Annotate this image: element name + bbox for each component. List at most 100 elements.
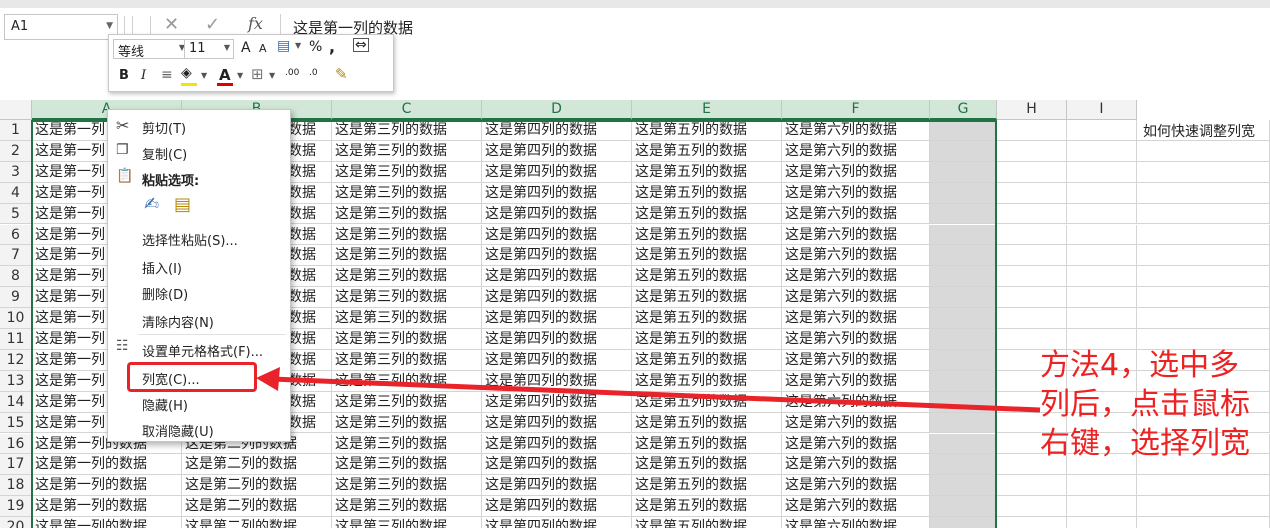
fill-color-icon[interactable]: ◈ xyxy=(181,65,192,81)
cell[interactable] xyxy=(930,161,997,183)
cell[interactable]: 这是第五列的数据 xyxy=(632,245,782,267)
cell[interactable]: 这是第一列的数据 xyxy=(32,454,182,476)
format-painter-icon[interactable]: ✎ xyxy=(335,65,348,83)
row-header[interactable]: 20 xyxy=(0,517,32,528)
row-header[interactable]: 9 xyxy=(0,287,32,309)
row-header[interactable]: 4 xyxy=(0,182,32,204)
cell[interactable] xyxy=(930,517,997,528)
cell[interactable] xyxy=(1067,120,1137,141)
cell[interactable]: 这是第三列的数据 xyxy=(332,266,482,288)
font-color-icon[interactable]: A xyxy=(219,66,231,84)
cell[interactable]: 这是第三列的数据 xyxy=(332,329,482,350)
row-header[interactable]: 16 xyxy=(0,433,32,455)
merge-cells-icon[interactable]: ⇔ xyxy=(353,38,369,52)
cell[interactable]: 这是第一列的数据 xyxy=(32,517,182,528)
column-header-d[interactable]: D xyxy=(482,100,632,120)
cell[interactable] xyxy=(930,245,997,267)
cell[interactable]: 这是第四列的数据 xyxy=(482,203,632,225)
cell[interactable]: 这是第五列的数据 xyxy=(632,266,782,288)
cell[interactable]: 这是第六列的数据 xyxy=(782,517,930,528)
shrink-font-icon[interactable]: A xyxy=(259,42,267,55)
select-all-corner[interactable] xyxy=(0,100,32,120)
cell[interactable] xyxy=(997,140,1067,162)
cell[interactable]: 这是第六列的数据 xyxy=(782,266,930,288)
row-header[interactable]: 18 xyxy=(0,475,32,497)
row-header[interactable]: 15 xyxy=(0,412,32,434)
cell[interactable]: 这是第六列的数据 xyxy=(782,120,930,141)
cell[interactable]: 这是第四列的数据 xyxy=(482,496,632,518)
cell[interactable]: 这是第五列的数据 xyxy=(632,496,782,518)
cell[interactable]: 这是第三列的数据 xyxy=(332,475,482,497)
increase-decimal-icon[interactable]: .00 xyxy=(285,68,299,78)
column-header-f[interactable]: F xyxy=(782,100,930,120)
column-header-h[interactable]: H xyxy=(997,100,1067,120)
column-header-c[interactable]: C xyxy=(332,100,482,120)
cell[interactable]: 这是第四列的数据 xyxy=(482,182,632,204)
row-header[interactable]: 12 xyxy=(0,349,32,371)
cell[interactable]: 这是第三列的数据 xyxy=(332,140,482,162)
cell[interactable] xyxy=(1067,245,1137,267)
cell[interactable] xyxy=(997,308,1067,329)
menu-item-insert[interactable]: 插入(I) xyxy=(142,258,182,277)
cell[interactable]: 这是第五列的数据 xyxy=(632,454,782,476)
menu-item-cut[interactable]: 剪切(T) xyxy=(142,118,186,137)
cell[interactable]: 这是第六列的数据 xyxy=(782,454,930,476)
italic-button[interactable]: I xyxy=(141,68,146,83)
cell[interactable]: 这是第六列的数据 xyxy=(782,287,930,309)
cell[interactable]: 这是第五列的数据 xyxy=(632,182,782,204)
cell[interactable]: 这是第四列的数据 xyxy=(482,224,632,246)
cell[interactable]: 这是第四列的数据 xyxy=(482,329,632,350)
chevron-down-icon[interactable]: ▼ xyxy=(237,71,243,80)
cell[interactable]: 这是第四列的数据 xyxy=(482,433,632,455)
cell[interactable]: 这是第四列的数据 xyxy=(482,454,632,476)
cell[interactable]: 这是第四列的数据 xyxy=(482,161,632,183)
cell[interactable]: 这是第三列的数据 xyxy=(332,203,482,225)
cell[interactable]: 这是第二列的数据 xyxy=(182,454,332,476)
cell[interactable]: 这是第六列的数据 xyxy=(782,329,930,350)
grow-font-icon[interactable]: A xyxy=(241,40,251,56)
row-header[interactable]: 10 xyxy=(0,308,32,329)
cell[interactable] xyxy=(930,454,997,476)
column-header-g[interactable]: G xyxy=(930,100,997,120)
cell[interactable] xyxy=(997,224,1067,246)
cell[interactable] xyxy=(1137,182,1270,204)
cell[interactable] xyxy=(997,120,1067,141)
cell[interactable]: 这是第四列的数据 xyxy=(482,120,632,141)
cell[interactable] xyxy=(1067,496,1137,518)
cell[interactable]: 这是第六列的数据 xyxy=(782,245,930,267)
cell[interactable] xyxy=(1137,308,1270,329)
cell[interactable] xyxy=(1067,475,1137,497)
align-center-icon[interactable]: ≡ xyxy=(161,67,173,83)
cell[interactable]: 这是第六列的数据 xyxy=(782,224,930,246)
cell[interactable] xyxy=(997,287,1067,309)
menu-item-delete[interactable]: 删除(D) xyxy=(142,284,188,303)
cell[interactable]: 这是第五列的数据 xyxy=(632,120,782,141)
cell[interactable] xyxy=(1137,475,1270,497)
row-header[interactable]: 1 xyxy=(0,120,32,141)
row-header[interactable]: 6 xyxy=(0,224,32,246)
cell[interactable] xyxy=(1137,517,1270,528)
cell[interactable]: 这是第六列的数据 xyxy=(782,182,930,204)
borders-icon[interactable]: ⊞ xyxy=(251,65,264,83)
cell[interactable] xyxy=(930,224,997,246)
comma-style-icon[interactable]: , xyxy=(329,37,335,56)
chevron-down-icon[interactable]: ▼ xyxy=(269,71,275,80)
row-header[interactable]: 8 xyxy=(0,266,32,288)
cell[interactable]: 这是第四列的数据 xyxy=(482,287,632,309)
menu-item-paste-special[interactable]: 选择性粘贴(S)... xyxy=(142,230,238,249)
cell[interactable]: 这是第一列的数据 xyxy=(32,496,182,518)
font-name-select[interactable]: 等线 ▼ xyxy=(113,39,189,60)
cell[interactable]: 这是第五列的数据 xyxy=(632,308,782,329)
insert-function-icon[interactable]: fx xyxy=(248,14,263,33)
menu-item-unhide[interactable]: 取消隐藏(U) xyxy=(142,421,214,440)
cell[interactable] xyxy=(930,120,997,141)
cell[interactable]: 这是第三列的数据 xyxy=(332,454,482,476)
row-header[interactable]: 7 xyxy=(0,245,32,267)
menu-item-hide[interactable]: 隐藏(H) xyxy=(142,395,188,414)
cell[interactable] xyxy=(997,161,1067,183)
cell[interactable]: 这是第二列的数据 xyxy=(182,517,332,528)
cell[interactable] xyxy=(930,496,997,518)
cell[interactable]: 这是第六列的数据 xyxy=(782,161,930,183)
cell[interactable]: 这是第三列的数据 xyxy=(332,182,482,204)
cell[interactable] xyxy=(1067,182,1137,204)
